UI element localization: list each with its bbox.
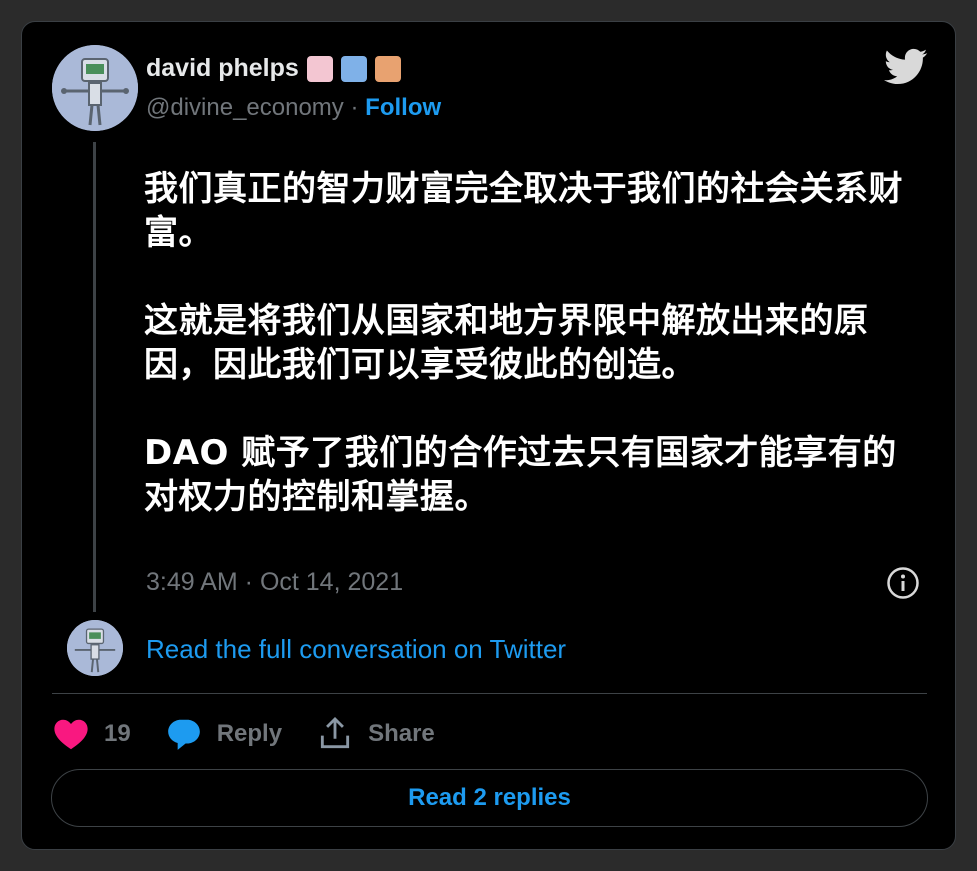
tweet-text: 我们真正的智力财富完全取决于我们的社会关系财富。 这就是将我们从国家和地方界限中… xyxy=(144,167,904,563)
action-bar: 19 Reply Share xyxy=(52,712,469,756)
share-icon xyxy=(320,716,350,749)
share-button[interactable]: Share xyxy=(316,715,435,753)
read-full-conversation-link[interactable]: Read the full conversation on Twitter xyxy=(146,634,566,665)
read-replies-button[interactable]: Read 2 replies xyxy=(51,769,928,827)
like-count: 19 xyxy=(104,720,131,747)
tweet-timestamp[interactable]: 3:49 AM · Oct 14, 2021 xyxy=(146,568,403,597)
separator-dot: · xyxy=(350,94,359,121)
author-name-row[interactable]: david phelps xyxy=(146,54,401,83)
conversation-avatar[interactable] xyxy=(67,620,123,676)
thread-line xyxy=(93,142,96,612)
robot-avatar-icon xyxy=(52,45,138,131)
robot-avatar-icon xyxy=(67,620,123,676)
cow-emoji-icon xyxy=(306,55,333,82)
share-label: Share xyxy=(368,720,435,747)
reply-button[interactable]: Reply xyxy=(165,715,282,753)
reply-bubble-icon xyxy=(167,719,200,750)
author-name[interactable]: david phelps xyxy=(146,54,299,83)
author-handle-row: @divine_economy · Follow xyxy=(146,94,441,122)
tweet-paragraph: DAO 赋予了我们的合作过去只有国家才能享有的对权力的控制和掌握。 xyxy=(144,433,897,517)
tweet-paragraph: 我们真正的智力财富完全取决于我们的社会关系财富。 xyxy=(144,169,903,253)
twitter-bird-icon[interactable] xyxy=(884,48,928,86)
author-avatar[interactable] xyxy=(52,45,138,131)
heart-icon xyxy=(54,719,88,750)
divider xyxy=(52,693,927,694)
author-handle[interactable]: @divine_economy xyxy=(146,94,344,121)
castle-emoji-icon xyxy=(340,55,367,82)
info-icon[interactable] xyxy=(886,566,920,600)
reply-label: Reply xyxy=(216,720,283,747)
tweet-paragraph: 这就是将我们从国家和地方界限中解放出来的原因，因此我们可以享受彼此的创造。 xyxy=(144,301,869,385)
like-button[interactable]: 19 xyxy=(52,715,131,753)
follow-button[interactable]: Follow xyxy=(365,94,441,121)
tweet-embed-card: david phelps @divine_economy · Follow 我们… xyxy=(21,21,956,850)
figure-emoji-icon xyxy=(374,55,401,82)
